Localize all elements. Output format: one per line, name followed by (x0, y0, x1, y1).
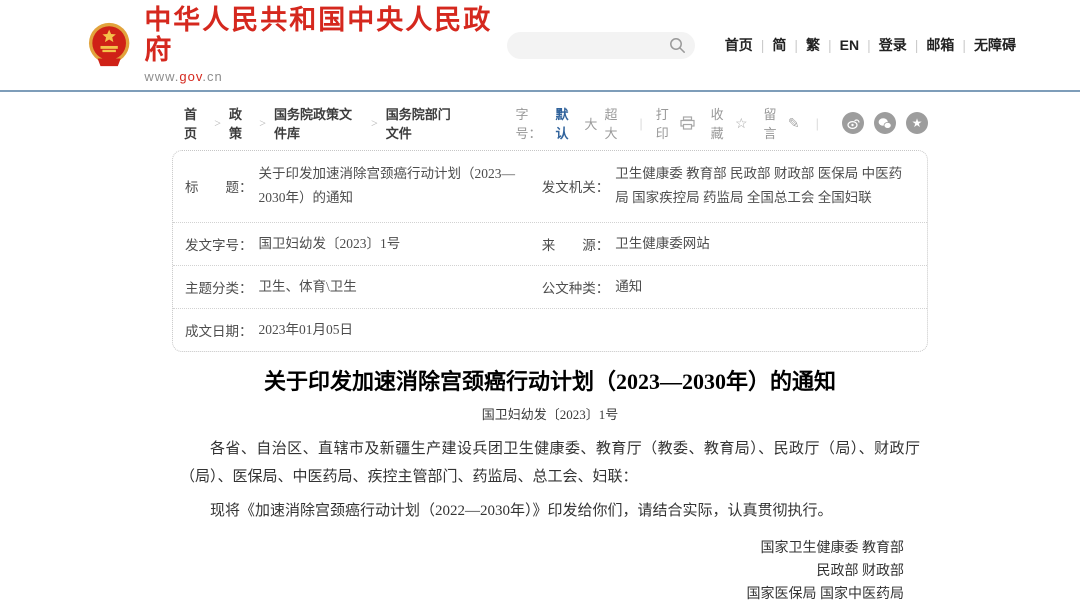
search-box (507, 32, 695, 59)
meta-cell-topic: 主题分类： 卫生、体育\卫生 (185, 275, 542, 299)
meta-row: 发文字号： 国卫妇幼发〔2023〕1号 来 源： 卫生健康委网站 (173, 222, 927, 265)
breadcrumb-item-department-docs[interactable]: 国务院部门文件 (386, 104, 464, 142)
star-circle-icon: ★ (912, 117, 923, 129)
print-button[interactable]: 打印 (656, 104, 695, 142)
meta-label: 成文日期： (185, 320, 253, 340)
article-paragraph: 现将《加速消除宫颈癌行动计划（2022—2030年）》印发给你们，请结合实际，认… (180, 497, 920, 525)
chevron-right-icon: > (206, 116, 229, 131)
meta-cell-empty (542, 318, 913, 342)
breadcrumb-item-library[interactable]: 国务院政策文件库 (274, 104, 363, 142)
article-body: 各省、自治区、直辖市及新疆生产建设兵团卫生健康委、教育厅（教委、教育局）、民政厅… (172, 435, 928, 608)
page-actions: 打印 收藏 ☆ 留言 ✎ (656, 104, 816, 142)
article-doc-number: 国卫妇幼发〔2023〕1号 (172, 404, 928, 423)
printer-icon (680, 116, 695, 130)
nav-link-mail[interactable]: 邮箱 (926, 35, 954, 55)
meta-cell-date: 成文日期： 2023年01月05日 (185, 318, 542, 342)
chevron-right-icon: > (363, 116, 386, 131)
font-size-large[interactable]: 大 (584, 114, 597, 133)
nav-separator: | (859, 37, 879, 53)
signature-line: 民政部 财政部 (180, 560, 904, 583)
meta-value: 卫生健康委网站 (609, 232, 710, 256)
nav-separator: | (753, 37, 773, 53)
breadcrumb: 首页 > 政策 > 国务院政策文件库 > 国务院部门文件 (184, 104, 464, 142)
meta-cell-title: 标 题： 关于印发加速消除宫颈癌行动计划（2023—2030年）的通知 (185, 162, 542, 211)
wechat-icon (878, 117, 892, 130)
article-title: 关于印发加速消除宫颈癌行动计划（2023—2030年）的通知 (172, 364, 928, 396)
breadcrumb-item-home[interactable]: 首页 (184, 104, 206, 142)
meta-value: 卫生、体育\卫生 (253, 275, 357, 299)
meta-value: 国卫妇幼发〔2023〕1号 (253, 232, 401, 256)
meta-label: 标 题： (185, 176, 253, 196)
nav-link-home[interactable]: 首页 (725, 35, 753, 55)
toolbar: 首页 > 政策 > 国务院政策文件库 > 国务院部门文件 字号： 默认 大 超大… (172, 92, 928, 148)
article: 关于印发加速消除宫颈癌行动计划（2023—2030年）的通知 国卫妇幼发〔202… (172, 364, 928, 608)
font-size-label: 字号： (516, 104, 549, 142)
search-input[interactable] (507, 33, 667, 58)
national-emblem (88, 21, 130, 69)
signature-block: 国家卫生健康委 教育部 民政部 财政部 国家医保局 国家中医药局 国家疾控局 国… (180, 537, 920, 608)
meta-label: 发文字号： (185, 234, 253, 254)
meta-cell-doc-type: 公文种类： 通知 (542, 275, 913, 299)
nav-separator: | (786, 37, 806, 53)
comment-button[interactable]: 留言 ✎ (764, 104, 800, 142)
meta-cell-doc-no: 发文字号： 国卫妇幼发〔2023〕1号 (185, 232, 542, 256)
nav-separator: | (907, 37, 927, 53)
nav-separator: | (954, 37, 974, 53)
meta-value: 通知 (609, 275, 642, 299)
star-icon: ☆ (735, 115, 748, 132)
site-title: 中华人民共和国中央人民政府 (144, 6, 507, 65)
meta-row: 标 题： 关于印发加速消除宫颈癌行动计划（2023—2030年）的通知 发文机关… (173, 151, 927, 222)
nav-link-accessibility[interactable]: 无障碍 (974, 35, 1016, 55)
weibo-icon (847, 117, 860, 130)
nav-link-login[interactable]: 登录 (879, 35, 907, 55)
meta-label: 发文机关： (542, 176, 610, 196)
nav-link-traditional[interactable]: 繁 (806, 35, 820, 55)
meta-row: 成文日期： 2023年01月05日 (173, 308, 927, 351)
nav-link-simplified[interactable]: 简 (772, 35, 786, 55)
font-size-default[interactable]: 默认 (555, 104, 577, 142)
article-paragraph: 各省、自治区、直辖市及新疆生产建设兵团卫生健康委、教育厅（教委、教育局）、民政厅… (180, 435, 920, 491)
pencil-icon: ✎ (788, 115, 800, 132)
site-logo[interactable]: 中华人民共和国中央人民政府 www.gov.cn (88, 6, 507, 84)
signature-line: 国家医保局 国家中医药局 (180, 583, 904, 606)
meta-row: 主题分类： 卫生、体育\卫生 公文种类： 通知 (173, 265, 927, 308)
favorite-button[interactable]: 收藏 ☆ (711, 104, 748, 142)
divider: | (626, 116, 655, 131)
divider: | (816, 116, 832, 131)
share-wechat-button[interactable] (874, 112, 896, 134)
site-url[interactable]: www.gov.cn (144, 69, 507, 84)
nav-separator: | (820, 37, 840, 53)
search-icon[interactable] (669, 37, 686, 54)
font-size-control: 字号： 默认 大 超大 (516, 104, 627, 142)
meta-value: 关于印发加速消除宫颈癌行动计划（2023—2030年）的通知 (253, 162, 532, 211)
site-header: 中华人民共和国中央人民政府 www.gov.cn 首页|简|繁|EN|登录|邮箱… (0, 0, 1080, 92)
signature-line: 国家卫生健康委 教育部 (180, 537, 904, 560)
main-content: 首页 > 政策 > 国务院政策文件库 > 国务院部门文件 字号： 默认 大 超大… (172, 92, 928, 608)
meta-cell-source: 来 源： 卫生健康委网站 (542, 232, 913, 256)
font-size-xlarge[interactable]: 超大 (604, 104, 626, 142)
document-meta-table: 标 题： 关于印发加速消除宫颈癌行动计划（2023—2030年）的通知 发文机关… (172, 150, 928, 352)
top-nav: 首页|简|繁|EN|登录|邮箱|无障碍 (725, 35, 1016, 55)
meta-label: 主题分类： (185, 277, 253, 297)
meta-cell-agency: 发文机关： 卫生健康委 教育部 民政部 财政部 医保局 中医药局 国家疾控局 药… (542, 162, 913, 211)
chevron-right-icon: > (251, 116, 274, 131)
share-favorite-button[interactable]: ★ (906, 112, 928, 134)
meta-label: 来 源： (542, 234, 610, 254)
breadcrumb-item-policy[interactable]: 政策 (229, 104, 251, 142)
share-buttons: ★ (832, 112, 928, 134)
meta-value: 卫生健康委 教育部 民政部 财政部 医保局 中医药局 国家疾控局 药监局 全国总… (609, 162, 913, 211)
nav-link-english[interactable]: EN (840, 37, 859, 53)
meta-value: 2023年01月05日 (253, 318, 354, 342)
meta-label: 公文种类： (542, 277, 610, 297)
share-weibo-button[interactable] (842, 112, 864, 134)
